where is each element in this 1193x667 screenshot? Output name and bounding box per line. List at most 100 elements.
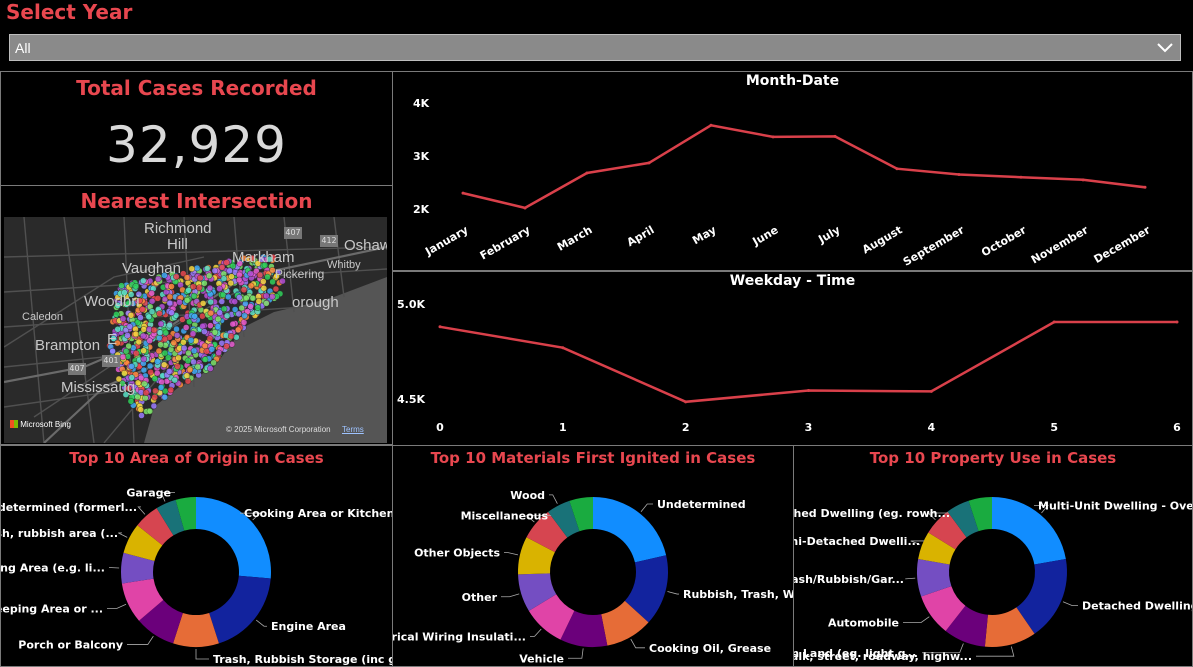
incident-dot[interactable] — [214, 315, 222, 323]
incident-dot[interactable] — [162, 329, 170, 337]
incident-dot[interactable] — [269, 293, 276, 301]
incident-dot[interactable] — [142, 389, 150, 396]
incident-dot[interactable] — [190, 347, 198, 355]
incident-dot[interactable] — [152, 387, 159, 395]
incident-dot[interactable] — [161, 393, 169, 401]
incident-dot[interactable] — [260, 278, 267, 285]
incident-dot[interactable] — [247, 282, 255, 290]
incident-dot[interactable] — [193, 264, 201, 272]
incident-dot[interactable] — [180, 344, 188, 352]
incident-dot[interactable] — [137, 314, 144, 321]
incident-dot[interactable] — [157, 384, 165, 391]
incident-dot[interactable] — [157, 341, 164, 348]
incident-dot[interactable] — [140, 332, 147, 340]
incident-dot[interactable] — [216, 309, 223, 316]
incident-dot[interactable] — [220, 275, 228, 282]
incident-dot[interactable] — [241, 312, 248, 320]
incident-dot[interactable] — [235, 276, 243, 284]
incident-dot[interactable] — [132, 283, 140, 290]
incident-dot[interactable] — [234, 326, 242, 334]
incident-dot[interactable] — [132, 330, 140, 338]
incident-dot[interactable] — [226, 267, 233, 274]
data-point[interactable] — [1081, 178, 1085, 182]
incident-dot[interactable] — [156, 329, 164, 336]
data-point[interactable] — [684, 400, 688, 404]
incident-dot[interactable] — [166, 321, 173, 329]
incident-dot[interactable] — [206, 335, 214, 342]
data-point[interactable] — [1019, 175, 1023, 179]
incident-dot[interactable] — [126, 323, 134, 330]
incident-dot[interactable] — [166, 299, 173, 307]
incident-dot[interactable] — [151, 394, 158, 401]
incident-dot[interactable] — [235, 310, 242, 318]
incident-dot[interactable] — [118, 282, 125, 289]
incident-dot[interactable] — [138, 412, 145, 419]
incident-dot[interactable] — [195, 284, 203, 291]
incident-dot[interactable] — [140, 366, 148, 374]
incident-dot[interactable] — [208, 346, 216, 353]
data-point[interactable] — [523, 206, 527, 210]
incident-dot[interactable] — [156, 334, 163, 342]
data-point[interactable] — [771, 135, 775, 139]
map-view[interactable]: Richmond Hill Markham Oshaw Vaughan Pick… — [4, 217, 387, 443]
incident-dot[interactable] — [183, 372, 191, 379]
incident-dot[interactable] — [119, 353, 127, 361]
incident-dot[interactable] — [167, 386, 175, 394]
incident-dot[interactable] — [165, 368, 173, 375]
incident-dot[interactable] — [141, 380, 148, 388]
incident-dot[interactable] — [180, 339, 187, 346]
incident-dot[interactable] — [155, 347, 163, 355]
incident-dot[interactable] — [150, 402, 158, 410]
incident-dot[interactable] — [227, 279, 235, 287]
incident-dot[interactable] — [168, 309, 175, 316]
incident-dot[interactable] — [182, 324, 190, 331]
incident-dot[interactable] — [263, 300, 270, 307]
incident-dot[interactable] — [210, 359, 217, 367]
incident-dot[interactable] — [201, 342, 209, 350]
incident-dot[interactable] — [249, 294, 257, 302]
incident-dot[interactable] — [227, 332, 235, 340]
incident-dot[interactable] — [156, 310, 163, 317]
map-terms-link[interactable]: Terms — [342, 425, 364, 434]
incident-dot[interactable] — [161, 335, 169, 343]
incident-dot[interactable] — [121, 369, 128, 377]
incident-dot[interactable] — [225, 293, 232, 301]
data-point[interactable] — [461, 191, 465, 195]
incident-dot[interactable] — [228, 273, 235, 280]
incident-dot[interactable] — [207, 298, 214, 306]
incident-dot[interactable] — [134, 393, 141, 401]
incident-dot[interactable] — [201, 328, 208, 335]
incident-dot[interactable] — [154, 295, 162, 302]
donut-slice[interactable] — [209, 575, 271, 644]
incident-dot[interactable] — [203, 265, 211, 272]
incident-dot[interactable] — [137, 374, 145, 382]
data-point[interactable] — [1175, 320, 1179, 324]
incident-dot[interactable] — [236, 294, 243, 301]
data-point[interactable] — [929, 389, 933, 393]
incident-dot[interactable] — [247, 303, 254, 310]
incident-dot[interactable] — [254, 304, 262, 311]
incident-dot[interactable] — [146, 407, 154, 415]
incident-dot[interactable] — [175, 354, 182, 362]
data-point[interactable] — [1052, 320, 1056, 324]
incident-dot[interactable] — [166, 293, 174, 301]
incident-dot[interactable] — [151, 375, 159, 383]
incident-dot[interactable] — [140, 355, 148, 363]
incident-dot[interactable] — [183, 297, 191, 304]
incident-dot[interactable] — [148, 290, 155, 297]
incident-dot[interactable] — [127, 312, 135, 319]
incident-dot[interactable] — [140, 277, 147, 284]
incident-dot[interactable] — [147, 368, 154, 376]
incident-dot[interactable] — [240, 319, 248, 326]
incident-dot[interactable] — [190, 292, 198, 300]
incident-dot[interactable] — [229, 320, 237, 328]
incident-dot[interactable] — [168, 283, 175, 290]
incident-dot[interactable] — [146, 362, 154, 370]
incident-dot[interactable] — [211, 329, 219, 336]
incident-dot[interactable] — [135, 338, 143, 346]
incident-dot[interactable] — [194, 363, 202, 371]
data-point[interactable] — [561, 346, 565, 350]
incident-dot[interactable] — [132, 350, 140, 357]
data-point[interactable] — [807, 388, 810, 392]
incident-dot[interactable] — [263, 292, 270, 300]
